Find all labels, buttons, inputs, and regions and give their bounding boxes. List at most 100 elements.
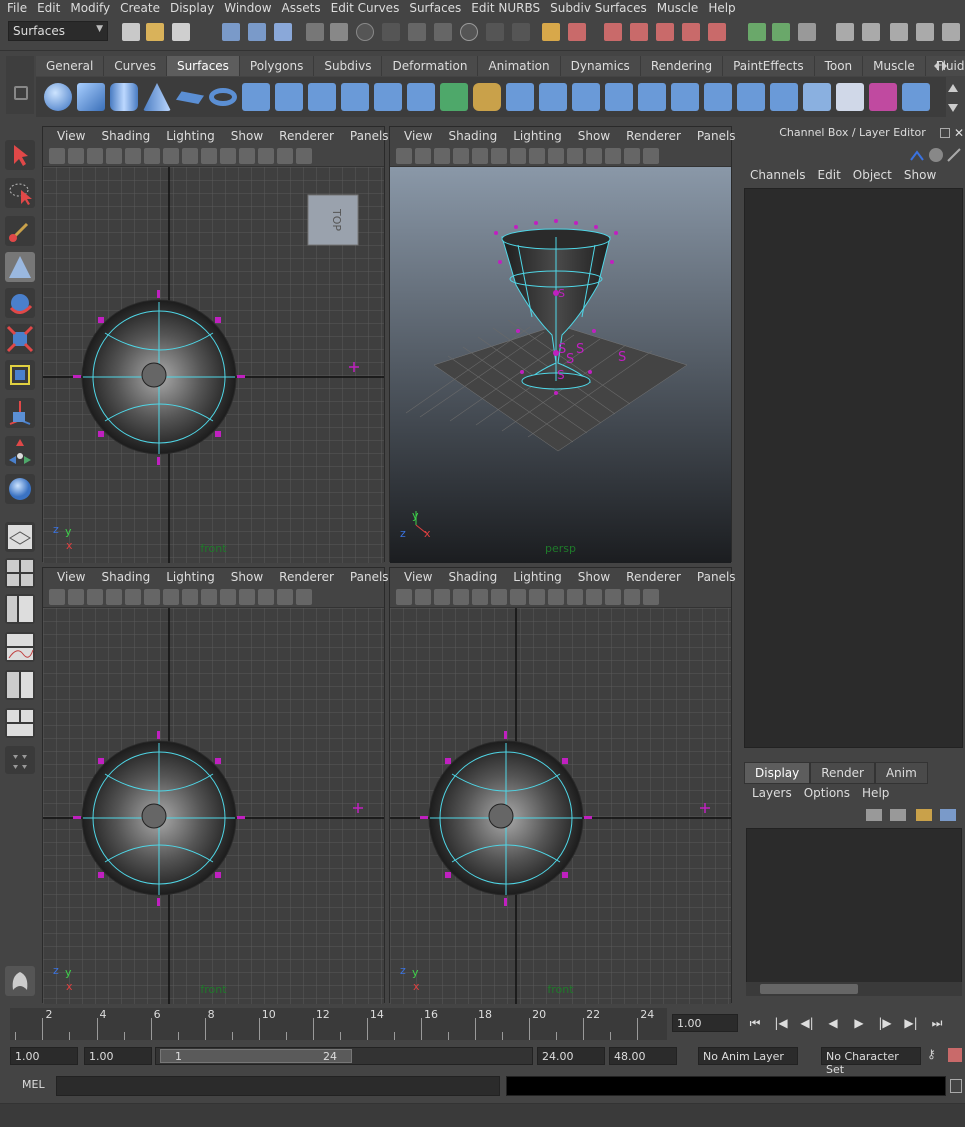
camera-icon[interactable] bbox=[396, 588, 412, 605]
birail-icon[interactable] bbox=[374, 83, 402, 111]
viewport-canvas[interactable]: y z x front bbox=[390, 608, 731, 1004]
vp-menu-panels[interactable]: Panels bbox=[689, 129, 744, 143]
shelf-tab-animation[interactable]: Animation bbox=[478, 56, 561, 76]
shelf-tab-painteffects[interactable]: PaintEffects bbox=[723, 56, 815, 76]
arrow-right-icon[interactable] bbox=[942, 61, 947, 71]
menu-subdiv-surfaces[interactable]: Subdiv Surfaces bbox=[545, 0, 652, 16]
playback-start-field[interactable]: 1.00 bbox=[84, 1047, 152, 1065]
select-pivots-icon[interactable] bbox=[460, 23, 478, 41]
menu-create[interactable]: Create bbox=[115, 0, 165, 16]
smooth-shade-icon[interactable] bbox=[163, 588, 179, 605]
scrollbar-thumb[interactable] bbox=[760, 984, 858, 994]
vp-menu-renderer[interactable]: Renderer bbox=[271, 129, 342, 143]
view-cube-label[interactable]: TOP bbox=[330, 208, 343, 231]
camera-attr-icon[interactable] bbox=[68, 588, 84, 605]
scale-tool-icon[interactable] bbox=[5, 360, 35, 390]
snap-live-icon[interactable] bbox=[708, 23, 726, 41]
cb-menu-show[interactable]: Show bbox=[898, 168, 942, 182]
revolve-icon[interactable] bbox=[242, 83, 270, 111]
lights-icon[interactable] bbox=[548, 147, 564, 164]
menu-set-select[interactable]: Surfaces ▼ bbox=[8, 21, 108, 41]
output-ops-icon[interactable] bbox=[772, 23, 790, 41]
vp-menu-lighting[interactable]: Lighting bbox=[158, 129, 223, 143]
new-layer-selected-icon[interactable] bbox=[940, 809, 956, 821]
arrow-left-icon[interactable] bbox=[934, 61, 939, 71]
grid-icon[interactable] bbox=[472, 588, 488, 605]
nurbs-cube-icon[interactable] bbox=[77, 83, 105, 111]
vp-menu-renderer[interactable]: Renderer bbox=[618, 570, 689, 584]
vp-menu-view[interactable]: View bbox=[396, 129, 440, 143]
go-to-end-icon[interactable]: ⏭ bbox=[927, 1014, 947, 1032]
wireframe-icon[interactable] bbox=[144, 588, 160, 605]
snap-grid-icon[interactable] bbox=[604, 23, 622, 41]
step-back-key-icon[interactable]: ◀| bbox=[797, 1014, 817, 1032]
mel-input[interactable] bbox=[56, 1076, 500, 1096]
new-scene-icon[interactable] bbox=[122, 23, 140, 41]
viewport-side[interactable]: View Shading Lighting Show Renderer Pane… bbox=[389, 567, 736, 1004]
select-mask-icon[interactable] bbox=[306, 23, 324, 41]
viewport-front[interactable]: View Shading Lighting Show Renderer Pane… bbox=[42, 567, 389, 1004]
texture-icon[interactable] bbox=[182, 588, 198, 605]
grid-icon[interactable] bbox=[125, 588, 141, 605]
layer-tab-render[interactable]: Render bbox=[810, 762, 875, 784]
xray-joints-icon[interactable] bbox=[643, 588, 659, 605]
render-settings-icon[interactable] bbox=[916, 23, 934, 41]
shelf-menu-handle[interactable] bbox=[6, 56, 34, 114]
layer-tab-display[interactable]: Display bbox=[744, 762, 811, 784]
arrow-down-icon[interactable] bbox=[948, 104, 958, 112]
menu-assets[interactable]: Assets bbox=[277, 0, 326, 16]
close-icon[interactable]: ✕ bbox=[954, 126, 964, 140]
snap-view-icon[interactable] bbox=[682, 23, 700, 41]
vp-menu-panels[interactable]: Panels bbox=[689, 570, 744, 584]
rotate-tool-icon[interactable] bbox=[5, 324, 35, 354]
nurbs-cone-icon[interactable] bbox=[143, 83, 171, 111]
shadows-icon[interactable] bbox=[567, 147, 583, 164]
select-handles-icon[interactable] bbox=[330, 23, 348, 41]
layer-tab-anim[interactable]: Anim bbox=[874, 762, 928, 784]
menu-edit-curves[interactable]: Edit Curves bbox=[326, 0, 405, 16]
vp-menu-shading[interactable]: Shading bbox=[440, 129, 505, 143]
vp-menu-show[interactable]: Show bbox=[223, 570, 271, 584]
menu-edit-nurbs[interactable]: Edit NURBS bbox=[466, 0, 545, 16]
shelf-tab-general[interactable]: General bbox=[36, 56, 105, 76]
isolate-icon[interactable] bbox=[605, 588, 621, 605]
open-close-icon[interactable] bbox=[737, 83, 765, 111]
vp-menu-renderer[interactable]: Renderer bbox=[618, 129, 689, 143]
ipr-render-icon[interactable] bbox=[890, 23, 908, 41]
shelf-tab-deformation[interactable]: Deformation bbox=[382, 56, 479, 76]
input-ops-icon[interactable] bbox=[748, 23, 766, 41]
bookmark-icon[interactable] bbox=[87, 588, 103, 605]
project-curve-icon[interactable] bbox=[539, 83, 567, 111]
vp-menu-lighting[interactable]: Lighting bbox=[505, 570, 570, 584]
smooth-shade-icon[interactable] bbox=[510, 147, 526, 164]
cb-menu-edit[interactable]: Edit bbox=[812, 168, 847, 182]
menu-modify[interactable]: Modify bbox=[65, 0, 115, 16]
detach-icon[interactable] bbox=[671, 83, 699, 111]
insert-isoparm-icon[interactable] bbox=[770, 83, 798, 111]
camera-icon[interactable] bbox=[49, 147, 65, 164]
isolate-icon[interactable] bbox=[258, 588, 274, 605]
script-editor-icon[interactable] bbox=[950, 1079, 962, 1093]
range-slider-thumb[interactable]: 1 24 bbox=[160, 1049, 352, 1063]
grid-icon[interactable] bbox=[472, 147, 488, 164]
float-panel-icon[interactable] bbox=[940, 128, 950, 138]
layout-hypershade-icon[interactable] bbox=[5, 670, 35, 700]
layer-list[interactable] bbox=[746, 828, 962, 983]
range-slider[interactable]: 1 24 bbox=[155, 1047, 533, 1065]
nurbs-torus-icon[interactable] bbox=[209, 88, 237, 106]
vp-menu-view[interactable]: View bbox=[49, 129, 93, 143]
menu-surfaces[interactable]: Surfaces bbox=[404, 0, 466, 16]
camera-attr-icon[interactable] bbox=[68, 147, 84, 164]
shelf-scroll-vertical[interactable] bbox=[945, 80, 961, 116]
isolate-icon[interactable] bbox=[258, 147, 274, 164]
time-slider[interactable]: 2 4 6 8 10 12 14 16 18 20 22 24 bbox=[10, 1008, 667, 1040]
lights-icon[interactable] bbox=[201, 147, 217, 164]
wireframe-icon[interactable] bbox=[491, 147, 507, 164]
camera-icon[interactable] bbox=[49, 588, 65, 605]
attach-icon[interactable] bbox=[638, 83, 666, 111]
snap-point-icon[interactable] bbox=[656, 23, 674, 41]
menu-edit[interactable]: Edit bbox=[32, 0, 65, 16]
planar-icon[interactable] bbox=[308, 83, 336, 111]
select-faces-icon[interactable] bbox=[408, 23, 426, 41]
step-back-frame-icon[interactable]: |◀ bbox=[771, 1014, 791, 1032]
